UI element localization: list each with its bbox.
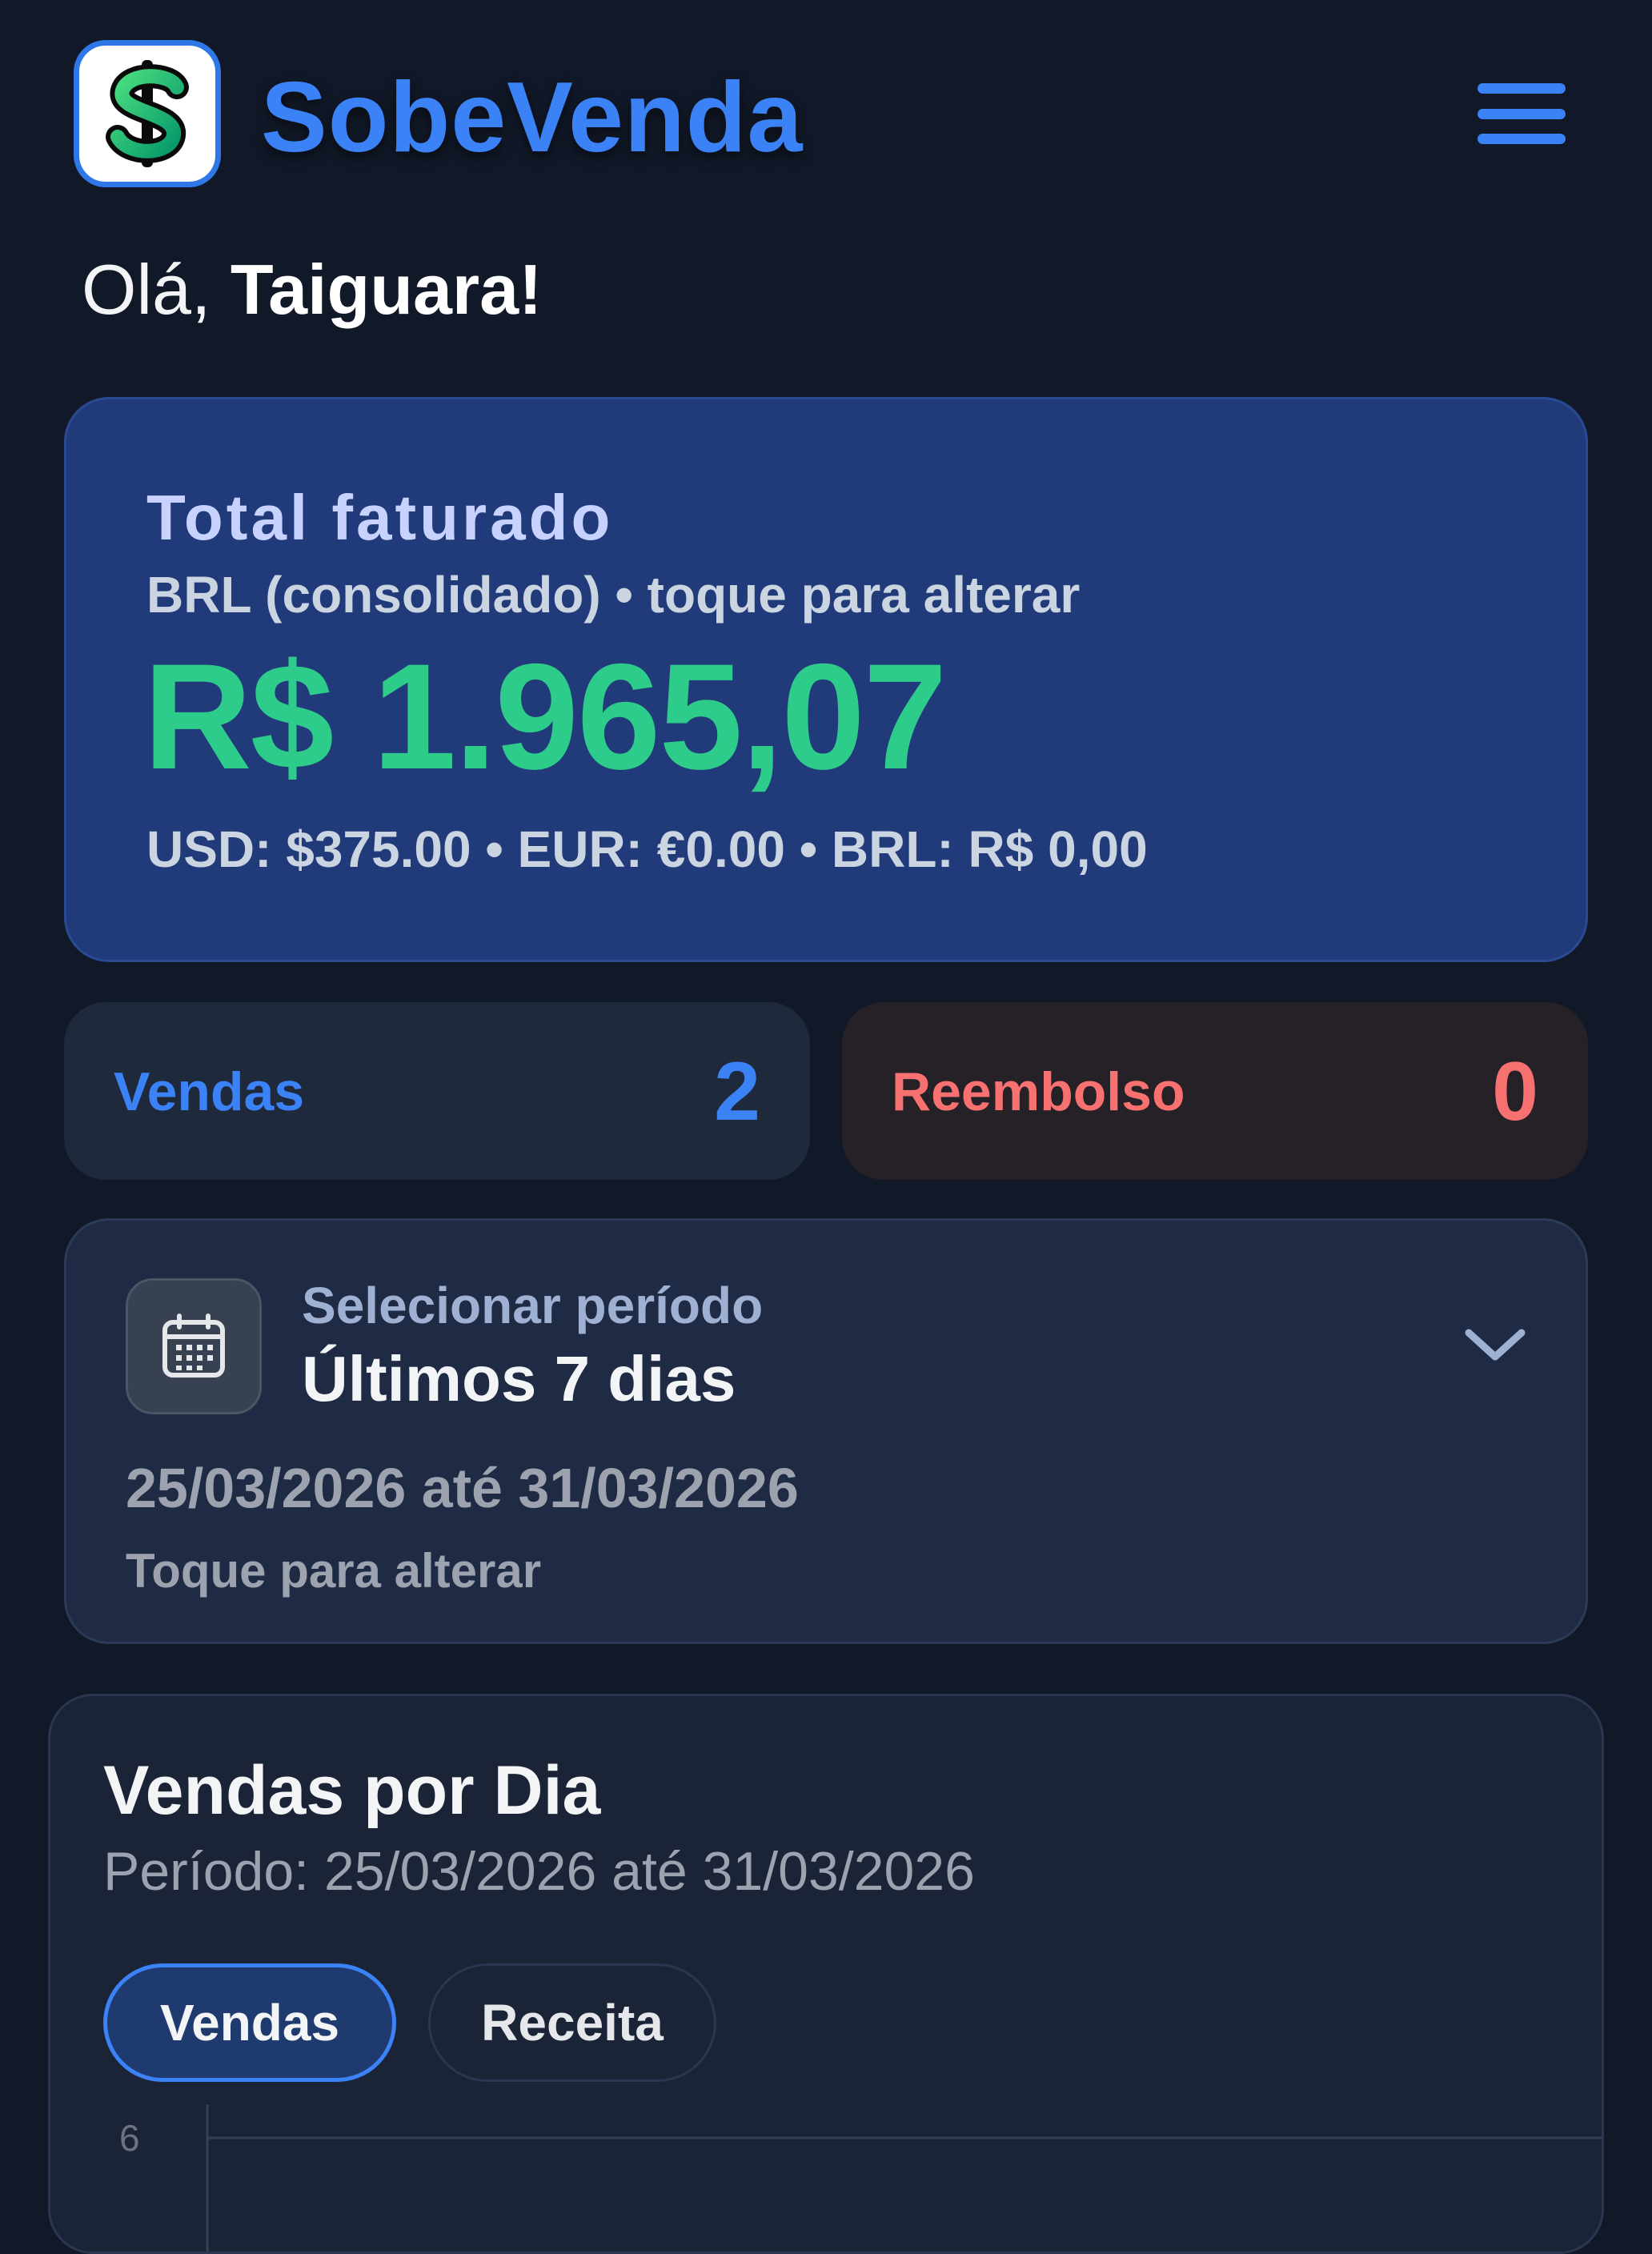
sales-label: Vendas bbox=[114, 1061, 305, 1122]
calendar-icon bbox=[126, 1278, 262, 1414]
sales-count-card[interactable]: Vendas 2 bbox=[64, 1002, 810, 1180]
menu-line bbox=[1478, 108, 1566, 119]
app-logo bbox=[74, 40, 221, 187]
period-hint: Toque para alterar bbox=[126, 1544, 542, 1598]
app-brand: SobeVenda bbox=[261, 62, 804, 173]
menu-line bbox=[1478, 134, 1566, 144]
greeting: Olá, Taiguara! bbox=[82, 242, 542, 338]
greeting-prefix: Olá, bbox=[82, 250, 231, 329]
greeting-name: Taiguara! bbox=[230, 250, 543, 329]
tab-vendas[interactable]: Vendas bbox=[103, 1963, 396, 2082]
total-currency-hint: BRL (consolidado) • toque para alterar bbox=[146, 566, 1081, 624]
refund-count: 0 bbox=[1492, 1045, 1538, 1138]
tab-receita[interactable]: Receita bbox=[428, 1963, 716, 2082]
total-revenue-card[interactable]: Total faturado BRL (consolidado) • toque… bbox=[64, 397, 1588, 962]
sales-per-day-card: Vendas por Dia Período: 25/03/2026 até 3… bbox=[48, 1694, 1604, 2254]
period-selector[interactable]: Selecionar período Últimos 7 dias 25/03/… bbox=[64, 1218, 1588, 1644]
period-range: 25/03/2026 até 31/03/2026 bbox=[126, 1457, 799, 1519]
y-tick-label: 6 bbox=[119, 2117, 140, 2159]
dollar-sign-icon bbox=[106, 60, 189, 167]
period-label: Selecionar período bbox=[302, 1277, 764, 1334]
period-value: Últimos 7 dias bbox=[302, 1343, 736, 1414]
menu-line bbox=[1478, 83, 1566, 94]
chevron-down-icon[interactable] bbox=[1459, 1320, 1531, 1368]
hamburger-menu-icon[interactable] bbox=[1478, 83, 1566, 144]
currency-breakdown: USD: $375.00 • EUR: €0.00 • BRL: R$ 0,00 bbox=[146, 820, 1148, 878]
sales-chart: 6 bbox=[119, 2104, 1602, 2252]
total-amount: R$ 1.965,07 bbox=[143, 632, 947, 800]
sales-count: 2 bbox=[714, 1045, 760, 1138]
chart-period: Período: 25/03/2026 até 31/03/2026 bbox=[103, 1841, 975, 1902]
total-title: Total faturado bbox=[146, 482, 614, 553]
chart-title: Vendas por Dia bbox=[103, 1752, 601, 1829]
calendar-glyph bbox=[162, 1313, 225, 1378]
refund-count-card[interactable]: Reembolso 0 bbox=[842, 1002, 1588, 1180]
refund-label: Reembolso bbox=[892, 1061, 1185, 1122]
